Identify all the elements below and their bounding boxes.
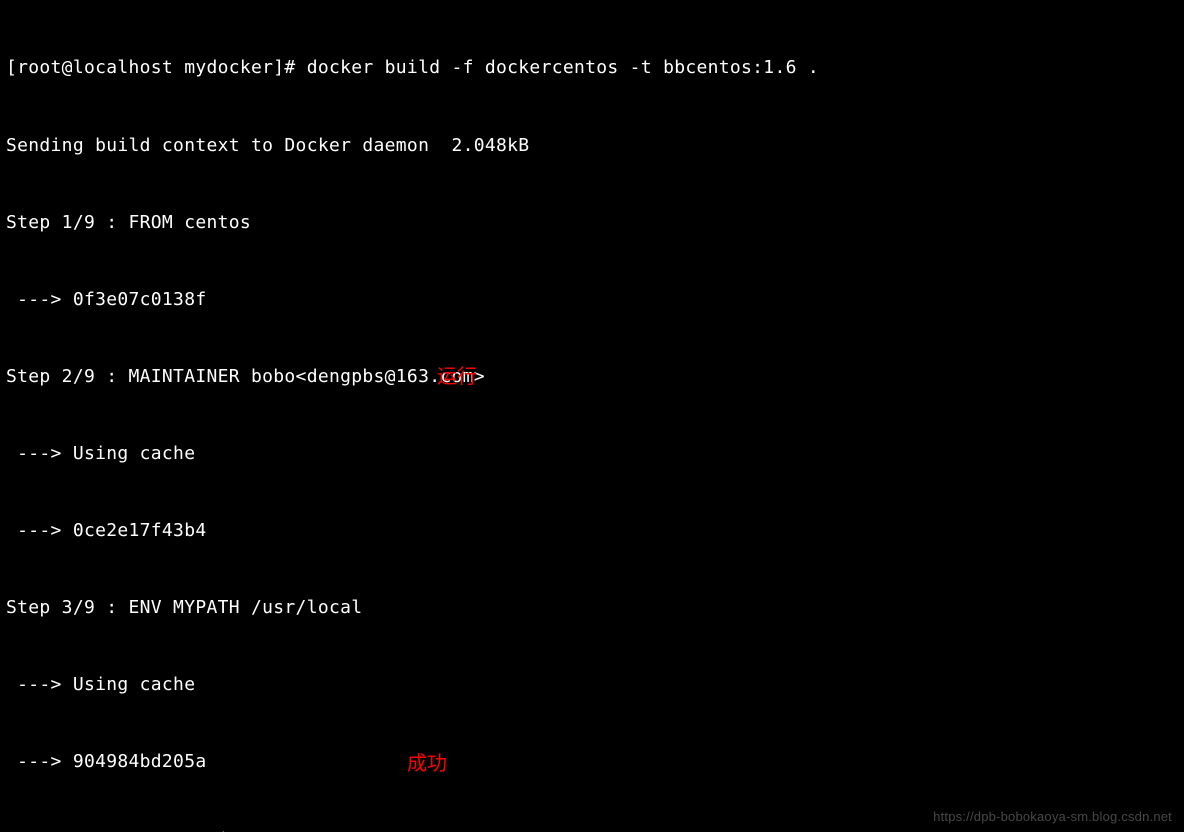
terminal-line: ---> 904984bd205a bbox=[6, 749, 1178, 775]
terminal-line: Step 3/9 : ENV MYPATH /usr/local bbox=[6, 595, 1178, 621]
terminal-line: Step 4/9 : WORKDIR $MYPATH bbox=[6, 827, 1178, 832]
terminal-line: ---> Using cache bbox=[6, 672, 1178, 698]
annotation-run: 运行 bbox=[437, 360, 477, 389]
annotation-success: 成功 bbox=[407, 747, 447, 776]
terminal-line: Step 2/9 : MAINTAINER bobo<dengpbs@163.c… bbox=[6, 364, 1178, 390]
terminal-line: [root@localhost mydocker]# docker build … bbox=[6, 55, 1178, 81]
terminal-line: ---> Using cache bbox=[6, 441, 1178, 467]
watermark-text: https://dpb-bobokaoya-sm.blog.csdn.net bbox=[933, 809, 1172, 824]
terminal-line: Sending build context to Docker daemon 2… bbox=[6, 133, 1178, 159]
terminal-line: ---> 0f3e07c0138f bbox=[6, 287, 1178, 313]
terminal-line: Step 1/9 : FROM centos bbox=[6, 210, 1178, 236]
terminal-line: ---> 0ce2e17f43b4 bbox=[6, 518, 1178, 544]
terminal-window[interactable]: [root@localhost mydocker]# docker build … bbox=[0, 0, 1184, 832]
